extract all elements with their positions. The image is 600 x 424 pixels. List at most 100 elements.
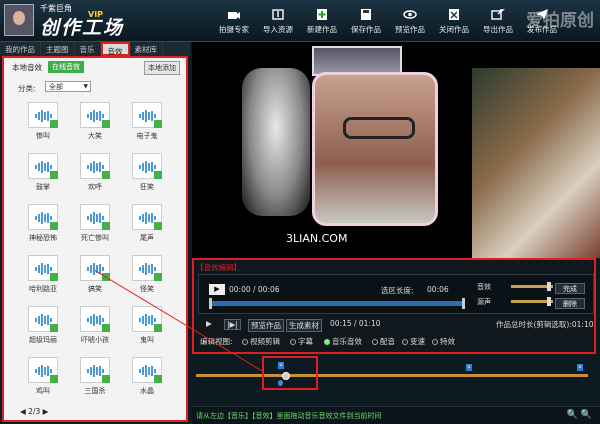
toolbar-button-save[interactable]: 保存作品 [344,8,388,35]
download-icon[interactable] [50,324,58,332]
edit-view-row: 编辑视图: 视频剪辑 字幕 音乐音效 配音 变速 特效 [198,334,594,348]
download-icon[interactable] [154,120,162,128]
sound-effect-item[interactable]: 欢呼 [80,153,110,192]
effect-name: 死亡惨叫 [81,234,109,242]
library-tab[interactable]: 素材库 [130,42,163,56]
download-icon[interactable] [50,375,58,383]
effect-name: 鬼叫 [140,336,154,344]
download-icon[interactable] [50,120,58,128]
edit-mode-option[interactable]: 音乐音效 [324,336,362,347]
clip-marker[interactable]: u [278,362,284,369]
sound-effect-item[interactable]: 水晶 [132,357,162,396]
sound-effect-item[interactable]: 吓唬小孩 [80,306,110,345]
download-icon[interactable] [102,324,110,332]
source-volume-knob[interactable] [547,297,552,306]
toolbar-label: 拍摄专家 [219,25,249,34]
library-tab[interactable]: 音效 [100,42,130,56]
effect-name: 大笑 [88,132,102,140]
edit-mode-label: 配音 [380,337,395,346]
download-icon[interactable] [102,171,110,179]
online-effects-tab[interactable]: 在线音效 [48,61,84,73]
avatar[interactable] [4,4,34,36]
timeline[interactable]: u u u [192,356,600,406]
download-icon[interactable] [154,324,162,332]
download-icon[interactable] [154,171,162,179]
library-tab[interactable]: 我的作品 [0,42,41,56]
radio-icon [290,339,296,345]
category-label: 分类: [18,84,36,93]
sound-effect-item[interactable]: 神秘恐怖 [28,204,58,243]
delete-button[interactable]: 删除 [555,298,585,309]
photo-left [242,68,310,216]
library-tab[interactable]: 主题图 [41,42,75,56]
timeline-marker[interactable]: u [466,364,472,371]
zoom-out-icon[interactable]: 🔍 [581,410,592,420]
local-add-button[interactable]: 本地添加 [144,61,180,75]
source-volume-slider[interactable] [511,297,553,306]
total-duration: 作品总时长(剪辑选取):01:10 [496,320,594,329]
download-icon[interactable] [154,375,162,383]
playhead-knob[interactable] [282,372,290,380]
toolbar-button-new[interactable]: 新建作品 [300,8,344,35]
pager[interactable]: ◀ 2/3 ▶ [20,407,48,416]
playback-controls: ▶ |▶| 预览作品 生成素材 00:15 / 01:10 作品总时长(剪辑选取… [198,318,594,332]
sound-effect-item[interactable]: 尾声 [132,204,162,243]
effect-thumbnail [28,357,58,383]
zoom-controls: 🔍 🔍 [567,410,592,420]
frame-step-button[interactable]: |▶| [224,319,241,330]
edit-mode-option[interactable]: 视频剪辑 [242,336,280,347]
sound-effect-item[interactable]: 搞笑 [80,255,110,294]
timeline-track[interactable] [196,374,588,377]
local-effects-tab[interactable]: 本地音效 [12,62,42,73]
toolbar-button-camera[interactable]: 拍摄专家 [212,8,256,35]
zoom-in-icon[interactable]: 🔍 [567,410,578,420]
download-icon[interactable] [50,222,58,230]
download-icon[interactable] [50,273,58,281]
sound-effect-item[interactable]: 电子鬼 [132,102,162,141]
sound-effect-item[interactable]: 大笑 [80,102,110,141]
download-icon[interactable] [50,171,58,179]
sound-effect-item[interactable]: 三国杀 [80,357,110,396]
sound-effect-item[interactable]: 哈利路亚 [28,255,58,294]
volume-knob[interactable] [547,282,552,291]
camera-icon [227,8,241,21]
library-tab[interactable]: 音乐 [75,42,101,56]
timeline-marker[interactable]: u [577,364,583,371]
toolbar-button-close[interactable]: 关闭作品 [432,8,476,35]
audio-play-button[interactable]: ▶ [209,284,225,295]
effect-thumbnail [132,255,162,281]
generate-material-button[interactable]: 生成素材 [286,319,322,332]
preview-canvas[interactable]: 3LIAN.COM [192,42,600,258]
sound-effect-item[interactable]: 狂笑 [132,153,162,192]
timeline-play-button[interactable]: ▶ [206,319,212,328]
audio-range-slider[interactable] [209,298,465,309]
edit-mode-option[interactable]: 特效 [432,336,455,347]
download-icon[interactable] [102,222,110,230]
category-select[interactable]: 全部 ▼ [45,81,91,92]
sound-effect-item[interactable]: 死亡惨叫 [80,204,110,243]
edit-mode-option[interactable]: 变速 [402,336,425,347]
effect-name: 水晶 [140,387,154,395]
sound-effect-item[interactable]: 鸡叫 [28,357,58,396]
download-icon[interactable] [102,120,110,128]
sound-effect-item[interactable]: 超级玛丽 [28,306,58,345]
sound-effect-item[interactable]: 鼓掌 [28,153,58,192]
watermark: 3LIAN.COM [286,232,348,245]
done-button[interactable]: 完成 [555,283,585,294]
preview-work-button[interactable]: 预览作品 [248,319,284,332]
volume-slider[interactable] [511,282,553,291]
toolbar-button-export[interactable]: 导出作品 [476,8,520,35]
sound-effect-item[interactable]: 怪笑 [132,255,162,294]
sound-effect-item[interactable]: 鬼叫 [132,306,162,345]
download-icon[interactable] [154,222,162,230]
toolbar-button-import[interactable]: 导入资源 [256,8,300,35]
radio-icon [432,339,438,345]
toolbar-button-eye[interactable]: 预览作品 [388,8,432,35]
download-icon[interactable] [154,273,162,281]
download-icon[interactable] [102,375,110,383]
edit-mode-option[interactable]: 配音 [372,336,395,347]
sound-clip-marker[interactable]: u [262,356,318,390]
edit-mode-option[interactable]: 字幕 [290,336,313,347]
edit-mode-label: 字幕 [298,337,313,346]
sound-effect-item[interactable]: 惨叫 [28,102,58,141]
